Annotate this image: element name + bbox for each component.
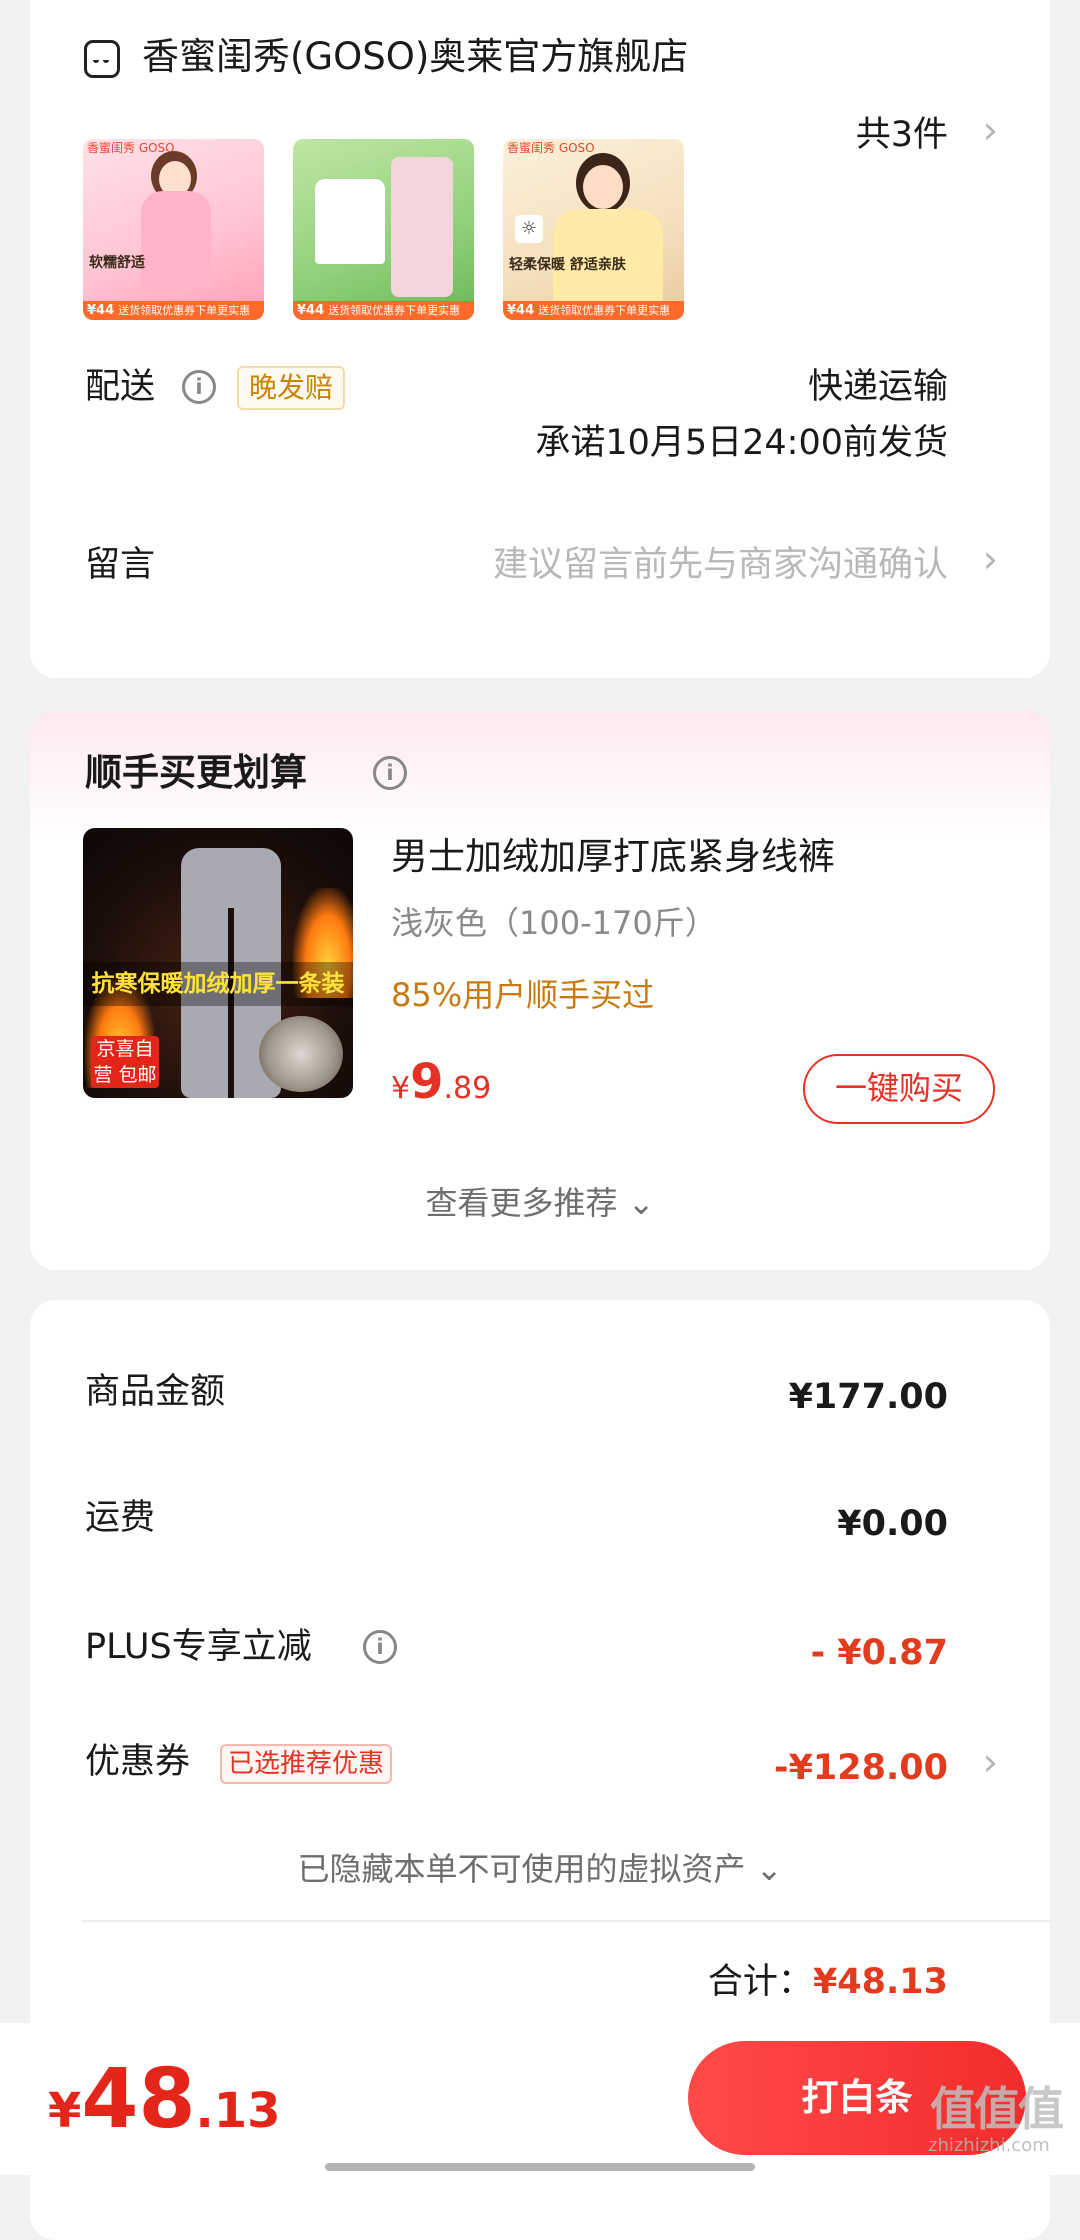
store-icon — [84, 40, 120, 78]
recommend-card: 顺手买更划算 i 抗寒保暖加绒加厚一条装 京喜自营 包邮 男士加绒加厚打底紧身线… — [30, 710, 1050, 1270]
coupon-value[interactable]: -¥128.00 — [774, 1743, 948, 1793]
payable-amount: ¥48.13 — [48, 2052, 281, 2147]
recommend-product-image[interactable]: 抗寒保暖加绒加厚一条装 京喜自营 包邮 — [83, 828, 353, 1098]
coupon-label: 优惠券 — [85, 1742, 191, 1782]
hidden-assets-link[interactable]: 已隐藏本单不可使用的虚拟资产 ⌄ — [30, 1846, 1050, 1892]
thumb-caption: 软糯舒适 — [89, 255, 145, 271]
recommend-popularity: 85%用户顺手买过 — [391, 976, 655, 1014]
chevron-right-icon[interactable]: › — [983, 1740, 998, 1784]
message-input[interactable]: 建议留言前先与商家沟通确认 — [493, 540, 948, 590]
product-thumbnail[interactable]: ¥44 送货领取优惠券下单更实惠 — [293, 139, 474, 320]
late-compensation-badge: 晚发赔 — [237, 366, 346, 410]
more-recommendations-link[interactable]: 查看更多推荐 ⌄ — [30, 1180, 1050, 1226]
thumb-price-bar: ¥44 送货领取优惠券下单更实惠 — [293, 301, 474, 320]
info-icon[interactable]: i — [373, 756, 407, 790]
delivery-label: 配送 — [85, 367, 156, 407]
order-store-card: 香蜜闺秀(GOSO)奥莱官方旗舰店 香蜜闺秀 GOSO 软糯舒适 ¥44 送货领取… — [30, 0, 1050, 678]
recommend-price: ¥9.89 — [391, 1054, 492, 1110]
recommend-product-sku: 浅灰色（100-170斤） — [391, 904, 717, 942]
plus-discount-value: - ¥0.87 — [810, 1633, 948, 1673]
thumb-price-bar: ¥44 送货领取优惠券下单更实惠 — [83, 301, 264, 320]
shipping-value: ¥0.00 — [837, 1504, 948, 1544]
thumb-price-bar: ¥44 送货领取优惠券下单更实惠 — [503, 301, 684, 320]
checkout-bar: ¥48.13 打白条 值值值 zhizhizhi.com — [0, 2023, 1080, 2175]
delivery-promise: 承诺10月5日24:00前发货 — [535, 423, 948, 463]
watermark-logo: 值值值 — [930, 2082, 1064, 2136]
delivery-method: 快递运输 — [807, 367, 948, 407]
thumb-brand: 香蜜闺秀 GOSO — [87, 141, 175, 155]
product-thumbnail[interactable]: 香蜜闺秀 GOSO ☼ 轻柔保暖 舒适亲肤 ¥44 送货领取优惠券下单更实惠 — [503, 139, 684, 320]
product-thumbnail[interactable]: 香蜜闺秀 GOSO 软糯舒适 ¥44 送货领取优惠券下单更实惠 — [83, 139, 264, 320]
plus-discount-label: PLUS专享立减 — [85, 1627, 312, 1667]
self-operated-tag: 京喜自营 包邮 — [91, 1036, 159, 1088]
recommend-product-title[interactable]: 男士加绒加厚打底紧身线裤 — [391, 830, 835, 884]
coupon-badge: 已选推荐优惠 — [220, 1744, 393, 1784]
store-name[interactable]: 香蜜闺秀(GOSO)奥莱官方旗舰店 — [142, 30, 688, 84]
info-icon[interactable]: i — [363, 1630, 397, 1664]
item-count[interactable]: 共3件 — [856, 110, 948, 160]
info-icon[interactable]: i — [182, 370, 216, 404]
shipping-label: 运费 — [85, 1498, 156, 1538]
chevron-right-icon[interactable]: › — [983, 108, 998, 152]
sun-icon: ☼ — [515, 215, 543, 243]
thumb-caption: 轻柔保暖 舒适亲肤 — [509, 257, 626, 273]
chevron-right-icon[interactable]: › — [983, 537, 998, 581]
home-indicator[interactable] — [325, 2163, 755, 2171]
image-banner: 抗寒保暖加绒加厚一条装 — [83, 962, 353, 1006]
one-click-buy-button[interactable]: 一键购买 — [803, 1054, 995, 1124]
goods-amount-label: 商品金额 — [85, 1372, 226, 1412]
divider — [82, 1920, 1050, 1922]
watermark-domain: zhizhizhi.com — [928, 2135, 1050, 2156]
thumb-brand: 香蜜闺秀 GOSO — [507, 141, 595, 155]
chevron-down-icon: ⌄ — [755, 1850, 783, 1888]
chevron-down-icon: ⌄ — [627, 1184, 655, 1222]
order-total: 合计：¥48.13 — [707, 1962, 948, 2002]
section-title: 顺手买更划算 — [85, 751, 307, 794]
message-label: 留言 — [85, 545, 156, 585]
goods-amount-value: ¥177.00 — [788, 1377, 948, 1417]
